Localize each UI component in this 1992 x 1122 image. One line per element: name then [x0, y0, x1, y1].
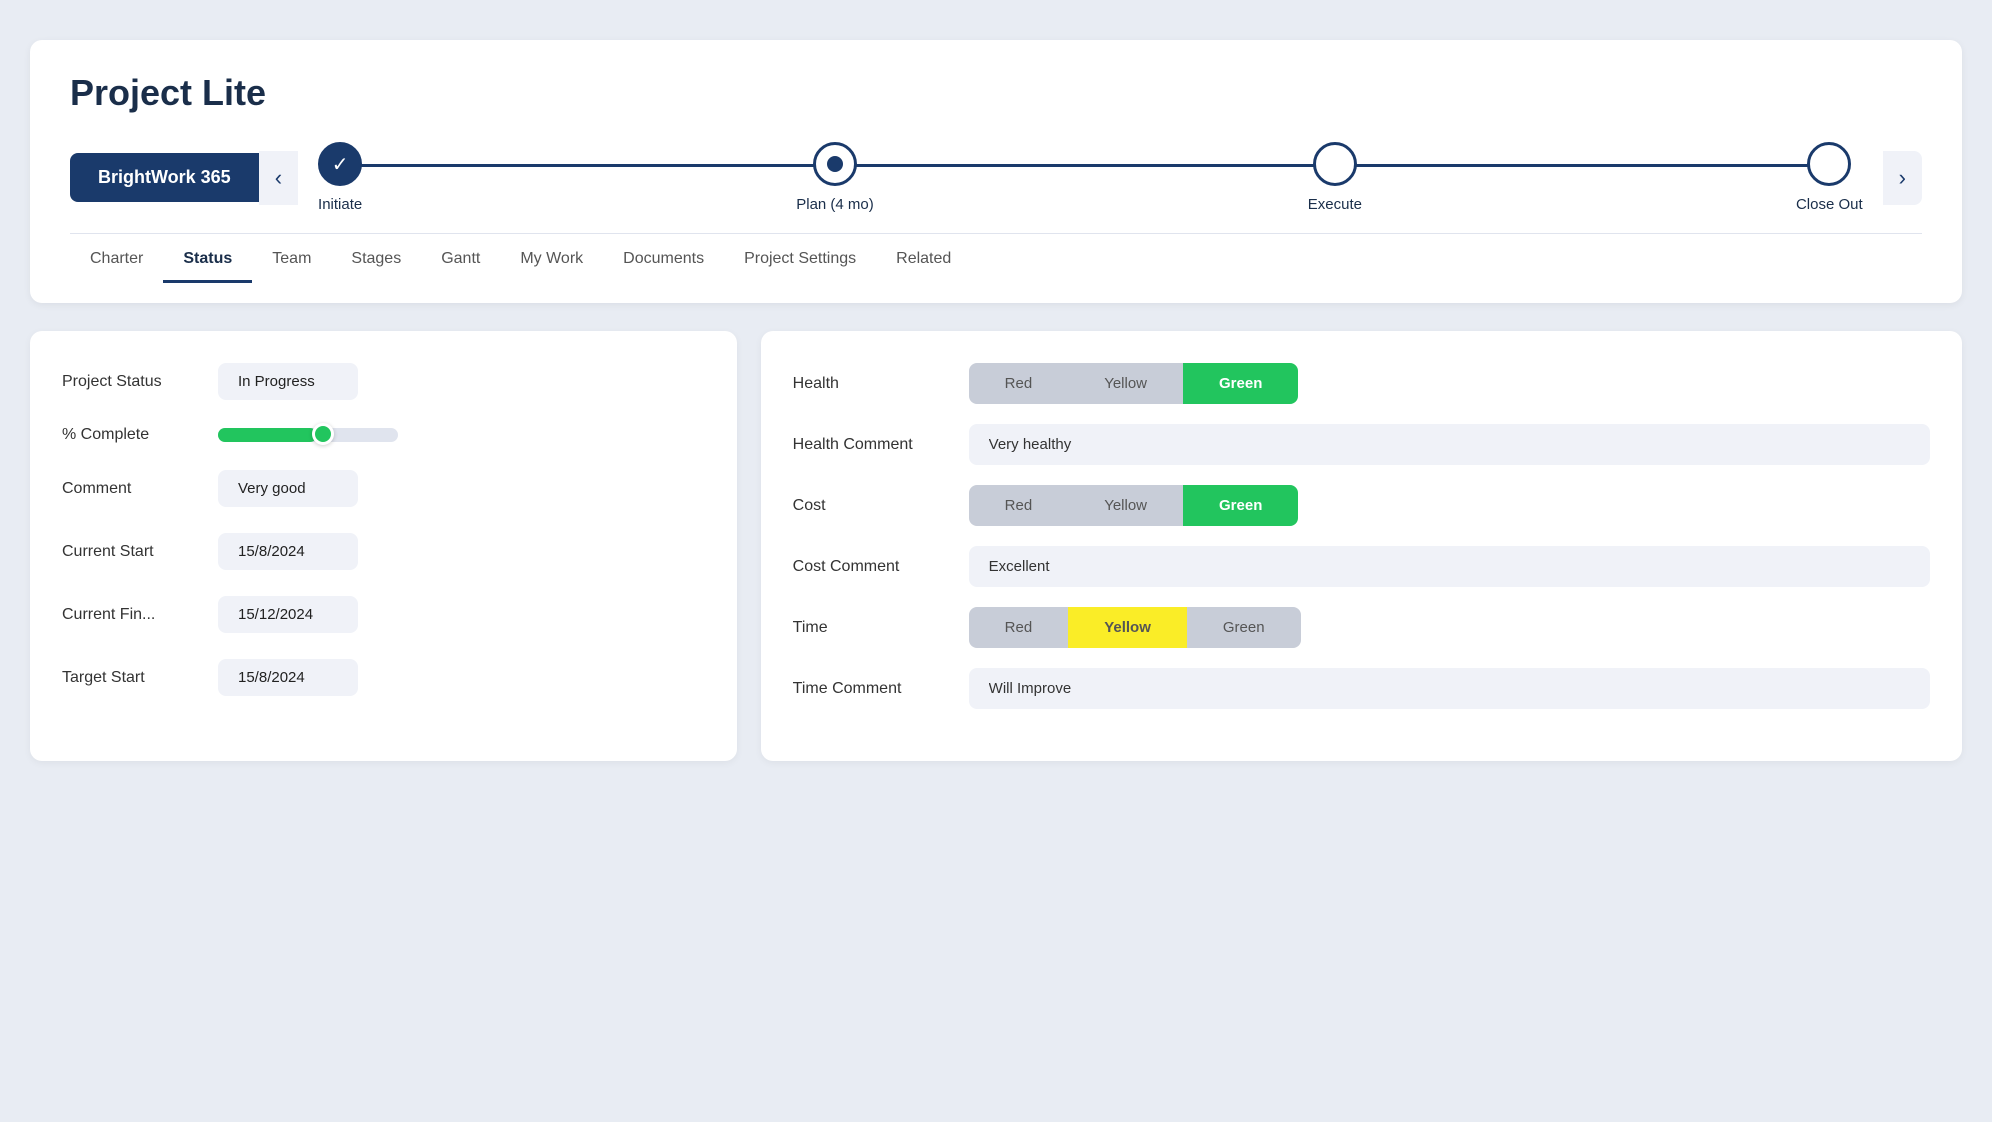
- tab-mywork[interactable]: My Work: [500, 238, 603, 283]
- health-toggle-group: Red Yellow Green: [969, 363, 1299, 404]
- health-comment-label: Health Comment: [793, 436, 953, 454]
- stage-closeout[interactable]: Close Out: [1796, 142, 1863, 213]
- stages-connector: [340, 164, 1841, 167]
- tab-stages[interactable]: Stages: [331, 238, 421, 283]
- tab-status[interactable]: Status: [163, 238, 252, 283]
- progress-thumb[interactable]: [312, 423, 334, 445]
- comment-value[interactable]: Very good: [218, 470, 358, 507]
- tab-navigation: Charter Status Team Stages Gantt My Work…: [70, 233, 1922, 283]
- health-red-button[interactable]: Red: [969, 363, 1069, 404]
- percent-complete-label: % Complete: [62, 426, 202, 444]
- time-comment-label: Time Comment: [793, 680, 953, 698]
- time-green-button[interactable]: Green: [1187, 607, 1301, 648]
- cost-red-button[interactable]: Red: [969, 485, 1069, 526]
- project-status-label: Project Status: [62, 373, 202, 391]
- current-finish-row: Current Fin... 15/12/2024: [62, 596, 705, 633]
- time-toggle-group: Red Yellow Green: [969, 607, 1301, 648]
- nav-prev-button[interactable]: ‹: [259, 151, 298, 205]
- health-comment-row: Health Comment: [793, 424, 1930, 465]
- progress-track: [218, 428, 398, 442]
- cost-comment-row: Cost Comment: [793, 546, 1930, 587]
- cost-row: Cost Red Yellow Green: [793, 485, 1930, 526]
- stage-closeout-label: Close Out: [1796, 196, 1863, 213]
- progress-fill: [218, 428, 317, 442]
- health-green-button[interactable]: Green: [1183, 363, 1298, 404]
- comment-row: Comment Very good: [62, 470, 705, 507]
- time-label: Time: [793, 619, 953, 637]
- tab-projectsettings[interactable]: Project Settings: [724, 238, 876, 283]
- stage-plan-label: Plan (4 mo): [796, 196, 874, 213]
- cost-green-button[interactable]: Green: [1183, 485, 1298, 526]
- stage-execute[interactable]: Execute: [1308, 142, 1362, 213]
- nav-next-button[interactable]: ›: [1883, 151, 1922, 205]
- target-start-label: Target Start: [62, 669, 202, 687]
- current-finish-value[interactable]: 15/12/2024: [218, 596, 358, 633]
- time-red-button[interactable]: Red: [969, 607, 1069, 648]
- cost-label: Cost: [793, 497, 953, 515]
- stage-initiate-circle: ✓: [318, 142, 362, 186]
- stage-initiate[interactable]: ✓ Initiate: [318, 142, 362, 213]
- time-comment-row: Time Comment: [793, 668, 1930, 709]
- stage-execute-label: Execute: [1308, 196, 1362, 213]
- current-start-value[interactable]: 15/8/2024: [218, 533, 358, 570]
- stage-closeout-circle: [1807, 142, 1851, 186]
- cost-toggle-group: Red Yellow Green: [969, 485, 1299, 526]
- target-start-row: Target Start 15/8/2024: [62, 659, 705, 696]
- time-yellow-button[interactable]: Yellow: [1068, 607, 1187, 648]
- health-comment-input[interactable]: [969, 424, 1930, 465]
- left-panel: Project Status In Progress % Complete Co…: [30, 331, 737, 761]
- cost-comment-input[interactable]: [969, 546, 1930, 587]
- right-panel: Health Red Yellow Green Health Comment C…: [761, 331, 1962, 761]
- tab-charter[interactable]: Charter: [70, 238, 163, 283]
- health-label: Health: [793, 375, 953, 393]
- project-title: Project Lite: [70, 72, 1922, 114]
- project-status-value[interactable]: In Progress: [218, 363, 358, 400]
- stage-plan[interactable]: Plan (4 mo): [796, 142, 874, 213]
- percent-complete-row: % Complete: [62, 426, 705, 444]
- stage-initiate-label: Initiate: [318, 196, 362, 213]
- tab-team[interactable]: Team: [252, 238, 331, 283]
- cost-comment-label: Cost Comment: [793, 558, 953, 576]
- tab-documents[interactable]: Documents: [603, 238, 724, 283]
- tab-related[interactable]: Related: [876, 238, 971, 283]
- tab-gantt[interactable]: Gantt: [421, 238, 500, 283]
- brand-button[interactable]: BrightWork 365: [70, 153, 259, 202]
- project-status-row: Project Status In Progress: [62, 363, 705, 400]
- time-row: Time Red Yellow Green: [793, 607, 1930, 648]
- health-yellow-button[interactable]: Yellow: [1068, 363, 1183, 404]
- cost-yellow-button[interactable]: Yellow: [1068, 485, 1183, 526]
- comment-label: Comment: [62, 480, 202, 498]
- stage-execute-circle: [1313, 142, 1357, 186]
- progress-container[interactable]: [218, 428, 705, 442]
- health-row: Health Red Yellow Green: [793, 363, 1930, 404]
- target-start-value[interactable]: 15/8/2024: [218, 659, 358, 696]
- current-finish-label: Current Fin...: [62, 606, 202, 624]
- current-start-label: Current Start: [62, 543, 202, 561]
- stage-plan-circle: [813, 142, 857, 186]
- time-comment-input[interactable]: [969, 668, 1930, 709]
- current-start-row: Current Start 15/8/2024: [62, 533, 705, 570]
